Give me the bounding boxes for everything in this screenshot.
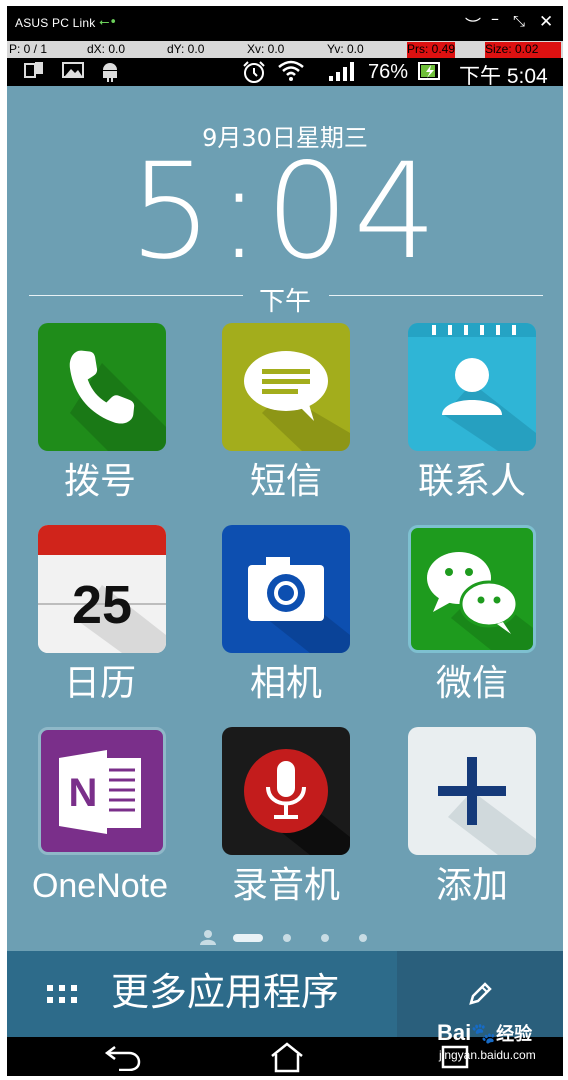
app-label: 相机 — [249, 663, 322, 704]
home-screen: 9月30日星期三 5:04 下午 拨号 短信 联系人 25 日历 相机 微信 N… — [7, 86, 563, 951]
wifi-icon — [277, 60, 305, 87]
minimize-icon[interactable]: – — [491, 9, 499, 28]
grid-icon — [47, 985, 77, 1003]
app-label: 添加 — [435, 865, 508, 906]
contact-icon — [408, 323, 536, 451]
close-icon[interactable]: ✕ — [539, 12, 553, 32]
app-label: 录音机 — [231, 865, 340, 906]
app-label: OneNote — [31, 867, 169, 905]
screen: ASUS PC Link ⭠• ︶ – ⤡ ✕ P: 0 / 1 dX: 0.0… — [0, 0, 568, 1080]
phone-icon — [38, 323, 166, 451]
clock-divider-left — [29, 295, 243, 296]
signal-icon — [327, 60, 357, 87]
image-icon — [61, 60, 85, 85]
app-label: 联系人 — [417, 461, 526, 502]
page-indicator-dot[interactable] — [321, 934, 329, 942]
watermark-url: jingyan.baidu.com — [439, 1048, 536, 1062]
page-indicator-active[interactable] — [233, 934, 263, 942]
window-title-bar: ASUS PC Link ⭠• ︶ – ⤡ ✕ — [7, 6, 563, 40]
clock-widget-time[interactable]: 5:04 — [7, 142, 563, 282]
status-bar: 76% 下午 5:04 — [7, 58, 563, 89]
debug-pointer: P: 0 / 1 — [9, 42, 48, 56]
home-icon[interactable] — [269, 1041, 305, 1073]
debug-yv: Yv: 0.0 — [327, 42, 364, 56]
page-indicator-dot[interactable] — [359, 934, 367, 942]
microphone-icon — [222, 727, 350, 855]
android-icon — [99, 60, 121, 87]
app-label: 微信 — [435, 663, 508, 704]
clock-widget-ampm: 下午 — [258, 287, 311, 317]
page-indicator-dot[interactable] — [283, 934, 291, 942]
watermark-brand: Bai — [437, 1020, 472, 1045]
wechat-icon — [408, 525, 536, 653]
sim-icon — [23, 60, 45, 85]
battery-percent: 76% — [368, 61, 409, 83]
clock-divider-right — [329, 295, 543, 296]
plus-icon — [408, 727, 536, 855]
pointer-debug-bar: P: 0 / 1 dX: 0.0 dY: 0.0 Xv: 0.0 Yv: 0.0… — [7, 41, 563, 58]
app-label: 日历 — [63, 663, 136, 704]
calendar-icon: 25 — [38, 525, 166, 653]
minimize-chevron-icon[interactable]: ︶ — [465, 12, 481, 36]
camera-icon — [222, 525, 350, 653]
debug-dx: dX: 0.0 — [87, 42, 126, 56]
debug-pressure: Prs: 0.49 — [407, 42, 456, 58]
more-apps-label: 更多应用程序 — [111, 970, 340, 1014]
message-icon — [222, 323, 350, 451]
pc-link-window: ASUS PC Link ⭠• ︶ – ⤡ ✕ P: 0 / 1 dX: 0.0… — [7, 6, 563, 1076]
paw-icon: 🐾 — [471, 1023, 497, 1045]
debug-dy: dY: 0.0 — [167, 42, 205, 56]
page-indicator — [7, 929, 563, 945]
watermark-brand-suffix: 经验 — [496, 1024, 533, 1044]
window-title: ASUS PC Link — [15, 16, 96, 30]
onenote-letter: N — [69, 771, 98, 815]
back-icon[interactable] — [103, 1043, 143, 1071]
usb-icon: ⭠• — [99, 15, 118, 30]
fullscreen-icon[interactable]: ⤡ — [513, 12, 525, 30]
battery-charging-icon — [417, 60, 443, 87]
alarm-icon — [241, 60, 267, 89]
more-apps-button[interactable]: 更多应用程序 — [7, 951, 397, 1037]
person-icon[interactable] — [199, 929, 217, 945]
calendar-day: 25 — [72, 575, 132, 635]
pencil-icon — [469, 982, 492, 1005]
debug-size: Size: 0.02 — [485, 42, 561, 58]
debug-xv: Xv: 0.0 — [247, 42, 285, 56]
onenote-icon: N — [38, 727, 166, 855]
app-label: 拨号 — [63, 461, 136, 502]
app-label: 短信 — [249, 461, 322, 502]
